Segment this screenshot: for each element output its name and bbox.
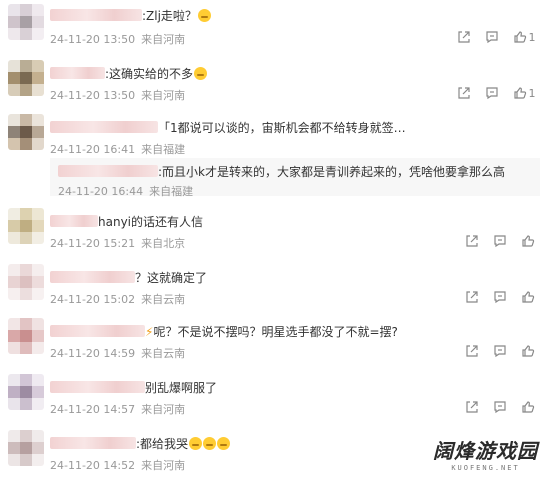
location: 来自河南 <box>141 459 186 472</box>
username[interactable] <box>50 381 145 393</box>
like-icon[interactable] <box>520 343 536 359</box>
timestamp: 24-11-20 15:02 <box>50 293 136 306</box>
watermark-subtitle: KUOFENG.NET <box>451 464 520 472</box>
username[interactable] <box>50 215 98 227</box>
like-button[interactable]: 1 <box>512 29 536 45</box>
location: 来自河南 <box>141 403 186 416</box>
timestamp: 24-11-20 14:52 <box>50 459 136 472</box>
username[interactable] <box>50 437 136 449</box>
share-icon[interactable] <box>456 85 472 101</box>
timestamp: 24-11-20 14:59 <box>50 347 136 360</box>
share-icon[interactable] <box>464 399 480 415</box>
comment-text: :Zlj走啦？ <box>142 9 197 23</box>
comment-text: 呢？不是说不摆吗？明星选手都没了不就=摆? <box>153 325 398 339</box>
comment-icon[interactable] <box>492 289 508 305</box>
reply-timestamp: 24-11-20 16:44 <box>58 185 144 198</box>
comment-icon[interactable] <box>492 343 508 359</box>
crying-emoji-icon <box>197 9 211 22</box>
username[interactable] <box>50 67 105 79</box>
comment-icon[interactable] <box>484 29 500 45</box>
location: 来自北京 <box>141 237 186 250</box>
avatar[interactable] <box>8 60 44 96</box>
comment-text: 别乱爆啊服了 <box>145 381 218 395</box>
reply-username[interactable] <box>58 165 158 177</box>
crying-emoji-icon <box>203 437 217 450</box>
avatar[interactable] <box>8 374 44 410</box>
crying-emoji-icon <box>189 437 203 450</box>
location: 来自云南 <box>141 293 186 306</box>
comment-text: :都给我哭 <box>136 437 189 451</box>
like-button[interactable]: 1 <box>512 85 536 101</box>
username[interactable] <box>50 9 142 21</box>
avatar[interactable] <box>8 430 44 466</box>
like-count: 1 <box>528 86 536 100</box>
comment-icon[interactable] <box>492 399 508 415</box>
like-count: 1 <box>528 30 536 44</box>
avatar[interactable] <box>8 318 44 354</box>
location: 来自云南 <box>141 347 186 360</box>
watermark-logo: 阔烽游戏园 KUOFENG.NET <box>433 435 538 472</box>
share-icon[interactable] <box>464 343 480 359</box>
avatar[interactable] <box>8 208 44 244</box>
reply-text: :而且小k才是转来的，大家都是青训养起来的，凭啥他要拿那么高 <box>158 165 505 179</box>
username[interactable] <box>50 271 135 283</box>
share-icon[interactable] <box>456 29 472 45</box>
username[interactable] <box>50 121 158 133</box>
avatar[interactable] <box>8 4 44 40</box>
timestamp: 24-11-20 13:50 <box>50 89 136 102</box>
timestamp: 24-11-20 14:57 <box>50 403 136 416</box>
reply-location: 来自福建 <box>149 185 194 198</box>
like-icon[interactable] <box>520 289 536 305</box>
comment-text: ？这就确定了 <box>135 271 208 285</box>
smile-emoji-icon <box>194 67 208 80</box>
location: 来自河南 <box>141 89 186 102</box>
timestamp: 24-11-20 13:50 <box>50 33 136 46</box>
share-icon[interactable] <box>464 289 480 305</box>
location: 来自河南 <box>141 33 186 46</box>
timestamp: 24-11-20 15:21 <box>50 237 136 250</box>
like-icon[interactable] <box>520 399 536 415</box>
timestamp: 24-11-20 16:41 <box>50 143 136 156</box>
watermark-title: 阔烽游戏园 <box>433 439 538 463</box>
comment-icon[interactable] <box>492 233 508 249</box>
share-icon[interactable] <box>464 233 480 249</box>
comment-icon[interactable] <box>484 85 500 101</box>
like-icon[interactable] <box>520 233 536 249</box>
location: 来自福建 <box>141 143 186 156</box>
username[interactable] <box>50 325 145 337</box>
avatar[interactable] <box>8 114 44 150</box>
avatar[interactable] <box>8 264 44 300</box>
comment-text: hanyi的话还有人信 <box>98 215 204 229</box>
comment-text: :这确实给的不多 <box>105 67 194 81</box>
crying-emoji-icon <box>217 437 231 450</box>
comment-text: 「1都说可以谈的，宙斯机会都不给转身就签… <box>158 121 406 135</box>
